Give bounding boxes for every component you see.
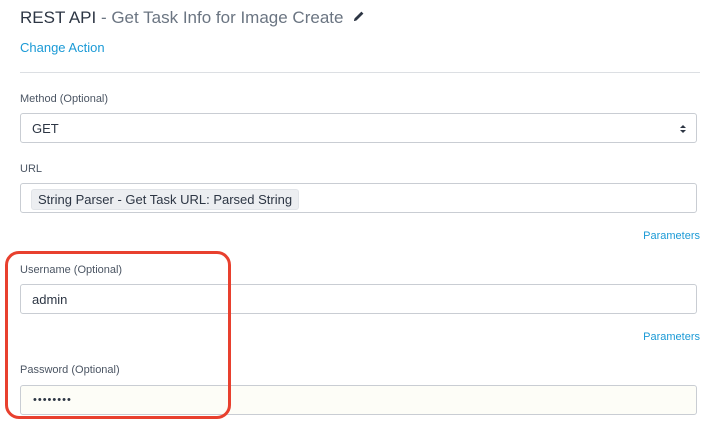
url-label: URL	[20, 163, 43, 175]
page-title: REST API - Get Task Info for Image Creat…	[20, 8, 365, 29]
method-label: Method (Optional)	[20, 93, 109, 105]
method-value: GET	[32, 121, 59, 136]
url-token[interactable]: String Parser - Get Task URL: Parsed Str…	[31, 189, 300, 210]
select-arrows-icon	[679, 122, 687, 134]
pencil-icon[interactable]	[353, 7, 365, 27]
method-select[interactable]: GET	[20, 113, 697, 143]
url-parameters-link[interactable]: Parameters	[643, 230, 700, 242]
annotation-highlight	[5, 251, 231, 419]
title-main: REST API	[20, 8, 97, 27]
title-action-name: Get Task Info for Image Create	[111, 8, 344, 27]
divider	[20, 72, 700, 73]
change-action-link[interactable]: Change Action	[20, 40, 105, 55]
username-parameters-link[interactable]: Parameters	[643, 331, 700, 343]
url-field[interactable]: String Parser - Get Task URL: Parsed Str…	[20, 183, 697, 213]
title-separator: -	[96, 8, 112, 27]
